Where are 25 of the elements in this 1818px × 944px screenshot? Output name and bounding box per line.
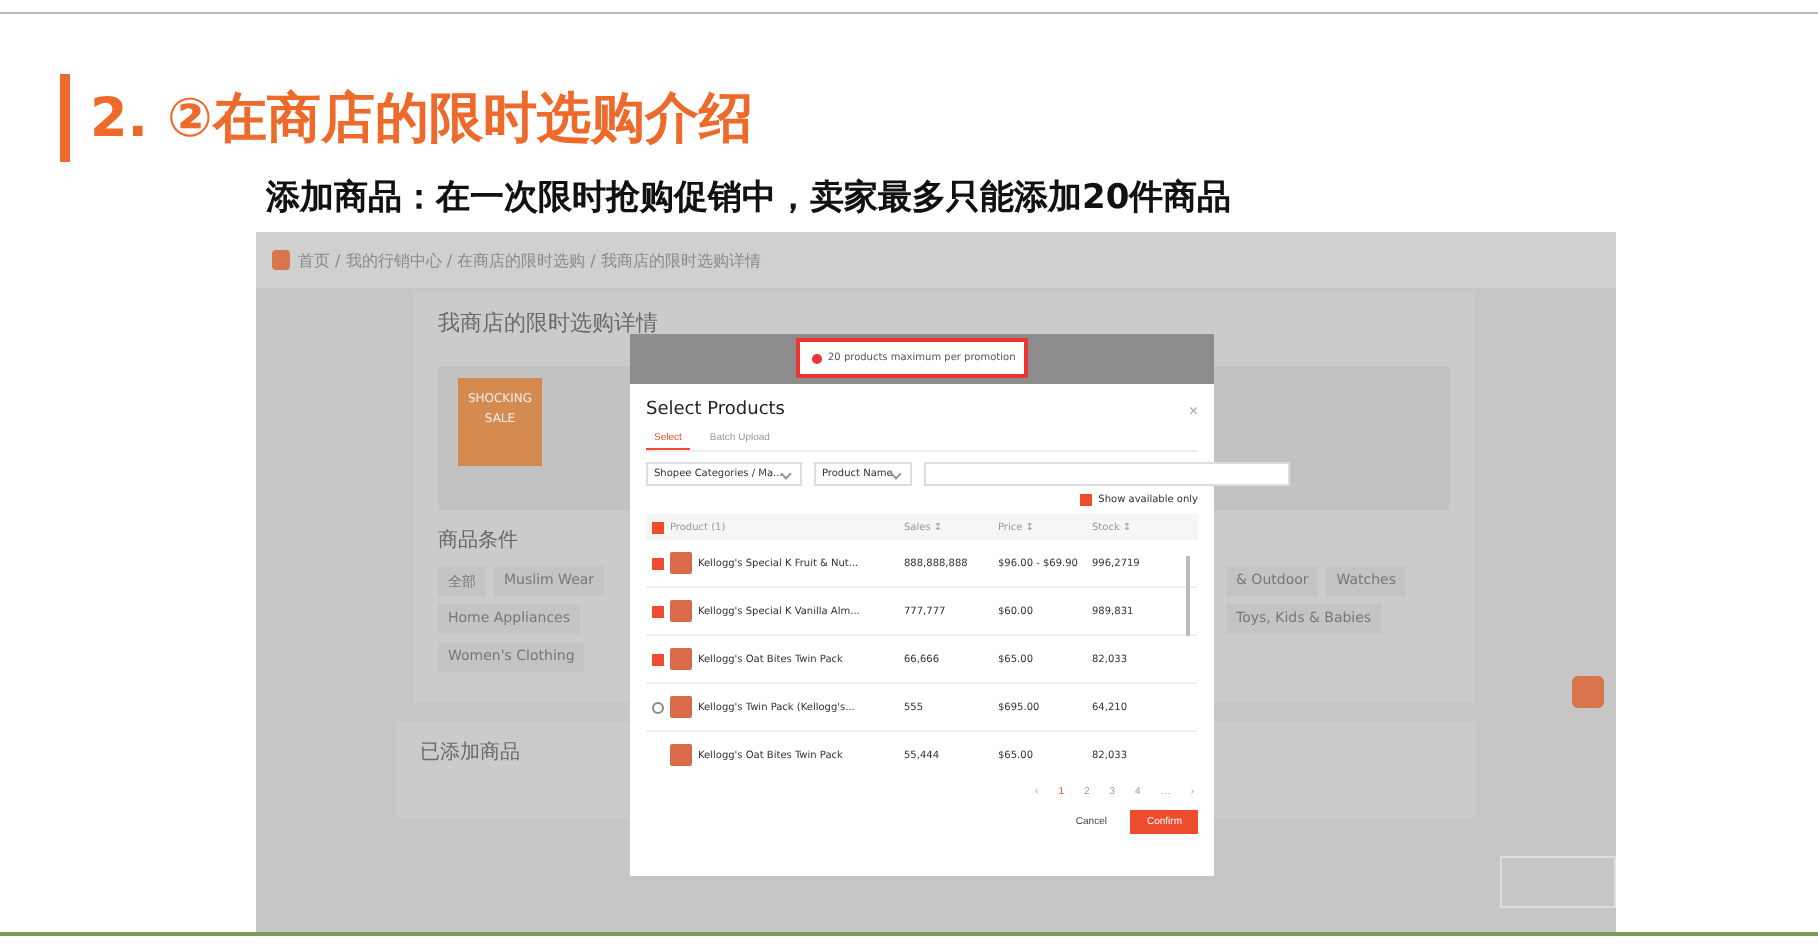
accent-bar xyxy=(60,74,70,162)
slide-title: 2. ②在商店的限时选购介绍 xyxy=(90,86,753,154)
checkbox[interactable] xyxy=(1080,494,1093,506)
section-title: 我商店的限时选购详情 xyxy=(438,308,658,338)
product-thumbnail xyxy=(670,696,692,718)
section-title: 商品条件 xyxy=(438,527,518,554)
scrollbar[interactable] xyxy=(1186,556,1190,636)
breadcrumb: 首页 / 我的行销中心 / 在商店的限时选购 / 我商店的限时选购详情 xyxy=(298,249,761,271)
error-icon xyxy=(812,353,822,363)
caret-icon xyxy=(891,468,903,480)
loading-icon xyxy=(652,701,664,713)
product-thumbnail xyxy=(670,648,692,670)
product-thumbnail xyxy=(670,744,692,766)
product-thumbnail xyxy=(670,552,692,574)
caret-icon xyxy=(780,468,793,480)
modal-title: Select Products xyxy=(646,400,785,420)
section-title: 已添加商品 xyxy=(420,739,520,766)
select-all-checkbox[interactable] xyxy=(652,521,664,533)
slide-subtitle: 添加商品：在一次限时抢购促销中，卖家最多只能添加20件商品 xyxy=(266,176,1234,220)
checkbox[interactable] xyxy=(652,653,664,665)
checkbox[interactable] xyxy=(652,605,664,617)
checkbox[interactable] xyxy=(652,557,664,569)
close-button[interactable]: × xyxy=(1188,401,1198,419)
product-thumbnail xyxy=(670,600,692,622)
search-field[interactable] xyxy=(924,462,1291,486)
